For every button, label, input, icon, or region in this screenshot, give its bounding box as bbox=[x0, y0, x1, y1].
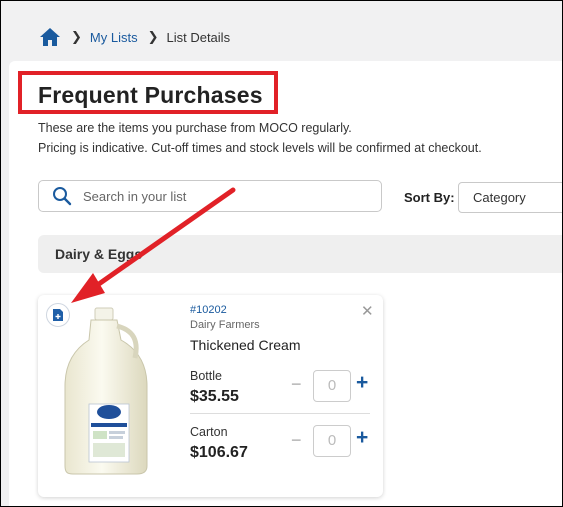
quantity-input-carton[interactable]: 0 bbox=[313, 425, 351, 457]
category-title: Dairy & Eggs bbox=[55, 246, 143, 262]
search-icon bbox=[52, 186, 72, 206]
product-name: Thickened Cream bbox=[190, 337, 301, 353]
breadcrumb: ❯ My Lists ❯ List Details bbox=[39, 27, 230, 47]
add-note-icon[interactable] bbox=[46, 303, 70, 327]
search-input[interactable] bbox=[81, 187, 365, 205]
quantity-input-bottle[interactable]: 0 bbox=[313, 370, 351, 402]
product-image bbox=[64, 307, 148, 475]
close-icon[interactable]: ✕ bbox=[361, 302, 374, 320]
sort-label: Sort By: bbox=[404, 190, 455, 205]
product-brand: Dairy Farmers bbox=[190, 319, 260, 331]
breadcrumb-my-lists[interactable]: My Lists bbox=[90, 30, 138, 45]
product-sku: #10202 bbox=[190, 304, 227, 316]
page-title: Frequent Purchases bbox=[38, 82, 263, 108]
pricing-note: Pricing is indicative. Cut-off times and… bbox=[38, 141, 482, 155]
variant-label-bottle: Bottle bbox=[190, 369, 222, 383]
decrease-quantity-button[interactable]: − bbox=[291, 430, 302, 451]
home-icon[interactable] bbox=[39, 27, 61, 47]
chevron-right-icon: ❯ bbox=[147, 29, 159, 44]
page-description: These are the items you purchase from MO… bbox=[38, 121, 352, 135]
increase-quantity-button[interactable]: + bbox=[356, 426, 368, 450]
variant-price-bottle: $35.55 bbox=[190, 388, 239, 405]
variant-label-carton: Carton bbox=[190, 425, 228, 439]
decrease-quantity-button[interactable]: − bbox=[291, 374, 302, 395]
breadcrumb-list-details: List Details bbox=[166, 29, 231, 45]
page-frame: ❯ My Lists ❯ List Details Frequent Purch… bbox=[0, 0, 563, 507]
variant-divider bbox=[190, 413, 370, 414]
increase-quantity-button[interactable]: + bbox=[356, 371, 368, 395]
variant-price-carton: $106.67 bbox=[190, 444, 248, 461]
chevron-right-icon: ❯ bbox=[71, 29, 82, 44]
search-box[interactable] bbox=[38, 180, 382, 212]
sort-select[interactable]: Category bbox=[458, 182, 562, 213]
